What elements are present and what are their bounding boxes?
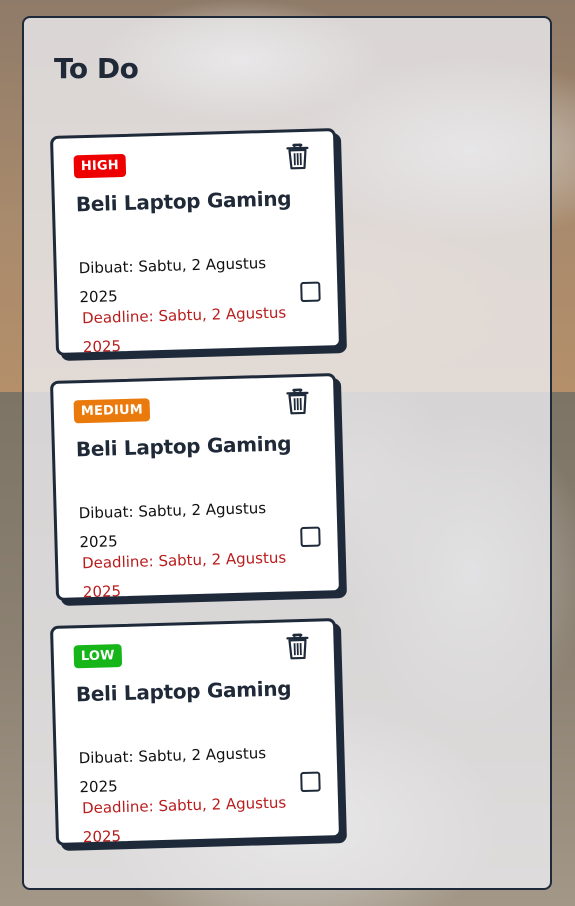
todo-title: Beli Laptop Gaming bbox=[75, 186, 292, 217]
todo-title: Beli Laptop Gaming bbox=[75, 676, 292, 707]
todo-card: HIGH Beli Laptop Gaming Dibuat: Sabtu, 2… bbox=[49, 128, 343, 356]
todo-panel: To Do HIGH Beli Laptop Gaming Dibuat: Sa… bbox=[22, 16, 552, 890]
done-checkbox[interactable] bbox=[300, 281, 321, 303]
done-checkbox[interactable] bbox=[300, 526, 321, 548]
priority-badge: HIGH bbox=[73, 153, 127, 179]
todo-card: MEDIUM Beli Laptop Gaming Dibuat: Sabtu,… bbox=[49, 373, 343, 601]
priority-badge: MEDIUM bbox=[73, 398, 151, 424]
trash-icon[interactable] bbox=[285, 387, 310, 416]
trash-icon[interactable] bbox=[285, 142, 310, 171]
todo-card: LOW Beli Laptop Gaming Dibuat: Sabtu, 2 … bbox=[49, 618, 343, 846]
panel-title: To Do bbox=[54, 52, 139, 85]
todo-title: Beli Laptop Gaming bbox=[75, 431, 292, 462]
done-checkbox[interactable] bbox=[300, 771, 321, 793]
deadline-date: Deadline: Sabtu, 2 Agustus 2025 bbox=[81, 548, 287, 602]
deadline-date: Deadline: Sabtu, 2 Agustus 2025 bbox=[81, 793, 287, 847]
trash-icon[interactable] bbox=[285, 632, 310, 661]
priority-badge: LOW bbox=[73, 644, 122, 669]
deadline-date: Deadline: Sabtu, 2 Agustus 2025 bbox=[81, 303, 287, 357]
